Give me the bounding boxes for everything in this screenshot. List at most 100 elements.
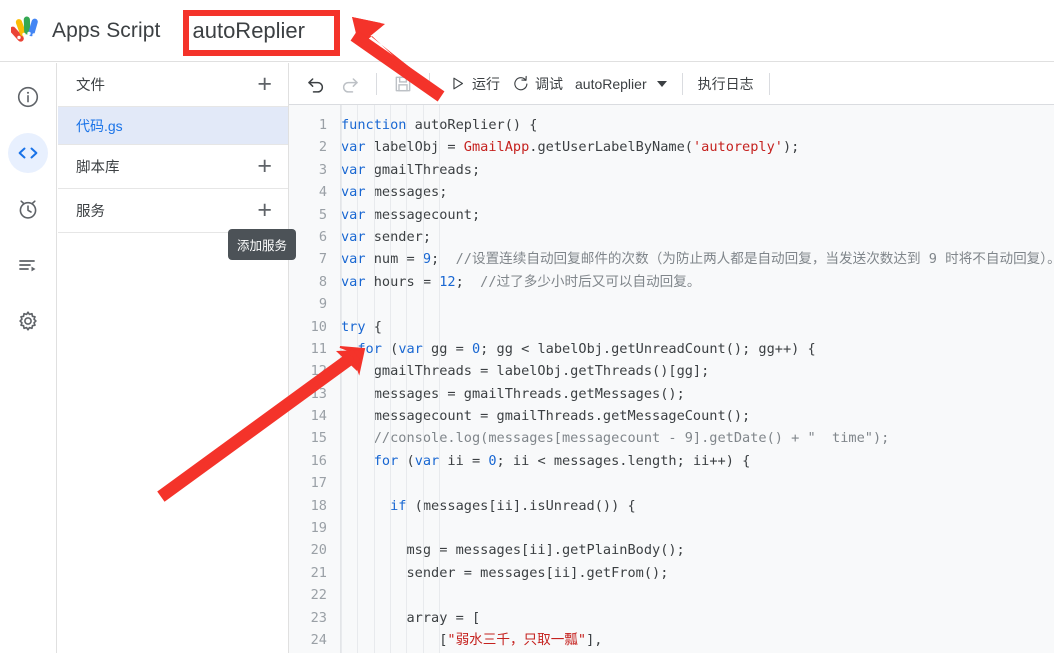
code-token: gg = [422,340,472,357]
line-number: 10 [310,318,327,335]
code-token: var [341,273,366,290]
chevron-down-icon [656,80,667,87]
execution-log-label: 执行日志 [697,75,754,92]
code-token: var [341,251,366,268]
code-line[interactable]: var gmailThreads; [341,159,1054,181]
save-icon[interactable] [386,67,420,101]
services-section-header[interactable]: 服务 + [58,189,288,233]
file-item-code-gs[interactable]: 代码.gs [58,107,288,145]
code-string: 'autoreply' [692,139,783,156]
apps-script-window: Apps Script autoReplier 文件 + 代码.gs 脚本库 +… [0,0,1054,653]
gear-icon[interactable] [8,301,48,341]
code-line[interactable]: msg = messages[ii].getPlainBody(); [341,539,1054,561]
line-number: 24 [310,631,327,648]
code-line[interactable]: if (messages[ii].isUnread()) { [341,495,1054,517]
code-token: gmailThreads = labelObj.getThreads()[gg]… [373,363,710,380]
line-number: 3 [318,161,327,178]
editor-toolbar: 运行 调试 autoReplier 执行日志 [289,63,1054,105]
code-comment: //设置连续自动回复邮件的次数（为防止两人都是自动回复，当发送次数达到 9 时将… [455,251,1054,268]
code-line[interactable] [341,293,1054,315]
services-section-label: 服务 [76,204,105,220]
code-token: ); [782,139,800,156]
line-number: 23 [310,609,327,626]
line-number: 4 [318,184,327,201]
code-line[interactable]: for (var ii = 0; ii < messages.length; i… [341,450,1054,472]
code-line[interactable] [341,517,1054,539]
code-line[interactable]: function autoReplier() { [341,114,1054,136]
run-button[interactable]: 运行 [443,70,506,98]
line-number: 15 [310,430,327,447]
line-number: 6 [318,228,327,245]
line-number: 7 [318,251,327,268]
code-content[interactable]: function autoReplier() {var labelObj = G… [341,105,1054,653]
line-number: 18 [310,497,327,514]
code-line[interactable]: for (var gg = 0; gg < labelObj.getUnread… [341,338,1054,360]
code-token: msg = messages[ii].getPlainBody(); [406,542,685,559]
code-editor[interactable]: 1234567891011121314151617181920212223242… [289,105,1054,653]
code-token: 12 [439,273,456,290]
files-section-label: 文件 [76,78,105,94]
debug-button-label: 调试 [535,75,563,92]
indent-guide [373,105,375,653]
code-line[interactable]: var hours = 12; //过了多少小时后又可以自动回复。 [341,271,1054,293]
indent-guide [390,105,392,653]
code-line[interactable] [341,584,1054,606]
code-comment: //console.log(messages[messagecount - 9]… [373,430,890,447]
alarm-clock-icon[interactable] [8,189,48,229]
file-panel: 文件 + 代码.gs 脚本库 + 服务 + [58,63,289,653]
code-line[interactable]: sender = messages[ii].getFrom(); [341,562,1054,584]
code-token: var [341,206,366,223]
info-circle-icon[interactable] [8,77,48,117]
code-line[interactable]: var sender; [341,226,1054,248]
code-line[interactable]: var num = 9; //设置连续自动回复邮件的次数（为防止两人都是自动回复… [341,248,1054,270]
undo-icon[interactable] [299,67,333,101]
code-line[interactable]: //console.log(messages[messagecount - 9]… [341,427,1054,449]
files-section-header[interactable]: 文件 + [58,63,288,107]
line-number: 20 [310,542,327,559]
code-token: autoReplier() { [406,117,538,133]
code-line[interactable]: array = [ [341,607,1054,629]
line-number: 22 [310,587,327,604]
code-line[interactable]: var messagecount; [341,204,1054,226]
code-token: .getUserLabelByName( [529,139,693,156]
line-number: 9 [318,296,327,313]
line-number: 16 [310,452,327,469]
line-number: 8 [318,273,327,290]
redo-icon[interactable] [333,67,367,101]
code-line[interactable]: messages = gmailThreads.getMessages(); [341,383,1054,405]
icon-rail [0,63,57,653]
line-number: 2 [318,139,327,156]
indent-guide [439,105,441,653]
code-brackets-icon[interactable] [8,133,48,173]
plus-icon[interactable]: + [257,198,272,223]
line-number-gutter: 1234567891011121314151617181920212223242… [289,105,337,653]
plus-icon[interactable]: + [257,72,272,97]
toolbar-divider [376,72,377,95]
toolbar-divider [429,72,430,95]
code-string: "弱水三千，只取一瓢" [447,631,587,648]
code-line[interactable]: ["弱水三千，只取一瓢"], [341,629,1054,651]
code-token: GmailApp [463,139,530,156]
code-token: if [390,497,407,514]
code-line[interactable]: var labelObj = GmailApp.getUserLabelByNa… [341,136,1054,158]
code-token: ; ii < messages.length; ii++) { [496,452,751,469]
code-token: messages = gmailThreads.getMessages(); [373,385,685,402]
code-token: array = [ [406,609,481,626]
apps-script-logo-icon[interactable] [10,14,44,48]
line-number: 14 [310,408,327,425]
code-line[interactable]: try { [341,316,1054,338]
code-line[interactable]: gmailThreads = labelObj.getThreads()[gg]… [341,360,1054,382]
function-select[interactable]: autoReplier [569,72,673,96]
code-line[interactable]: var messages; [341,181,1054,203]
execution-log-button[interactable]: 执行日志 [692,70,760,98]
debug-button[interactable]: 调试 [506,70,569,98]
code-line[interactable] [341,472,1054,494]
executions-list-icon[interactable] [8,245,48,285]
indent-guide [422,105,424,653]
annotation-highlight-box [183,10,340,56]
libraries-section-header[interactable]: 脚本库 + [58,145,288,189]
code-token: (messages[ii].isUnread()) { [406,497,636,514]
plus-icon[interactable]: + [257,154,272,179]
code-line[interactable]: messagecount = gmailThreads.getMessageCo… [341,405,1054,427]
code-token: for [357,340,382,357]
